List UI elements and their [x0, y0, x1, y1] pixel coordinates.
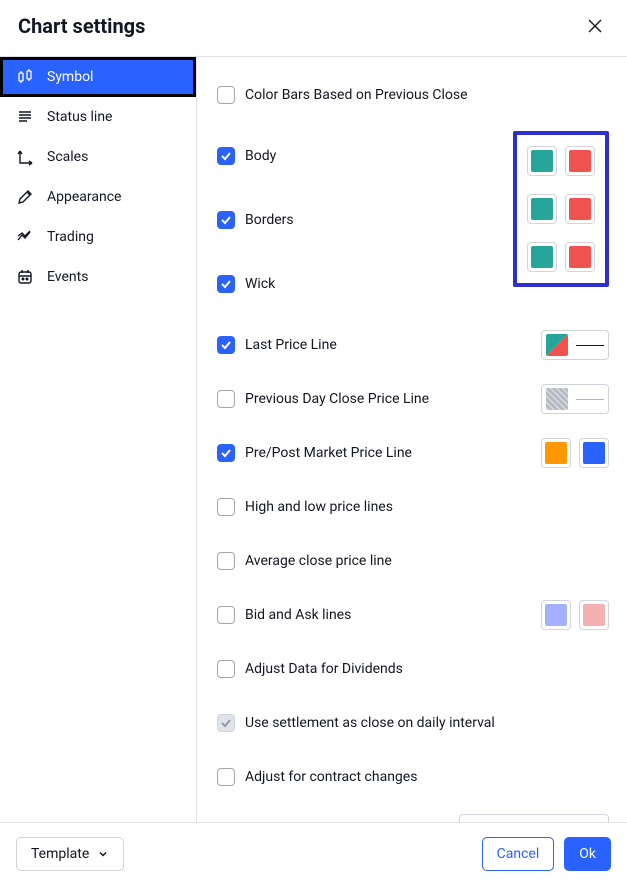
label-use-settlement: Use settlement as close on daily interva… [245, 715, 495, 731]
close-icon [587, 18, 603, 34]
candles-icon [15, 68, 35, 86]
swatch-borders-down[interactable] [565, 194, 595, 224]
swatch-pre-post-2[interactable] [579, 438, 609, 468]
label-prev-day-close: Previous Day Close Price Line [245, 391, 429, 407]
sidebar-item-label: Symbol [47, 69, 93, 85]
dialog-title: Chart settings [18, 14, 145, 38]
sidebar-item-label: Appearance [47, 189, 121, 205]
swatch-wick-down[interactable] [565, 242, 595, 272]
close-button[interactable] [583, 14, 607, 38]
sidebar-item-appearance[interactable]: Appearance [0, 177, 196, 217]
sidebar-item-symbol[interactable]: Symbol [0, 57, 196, 97]
label-body: Body [245, 148, 276, 164]
swatch-body-up[interactable] [527, 146, 557, 176]
label-bid-ask: Bid and Ask lines [245, 607, 351, 623]
label-high-low-lines: High and low price lines [245, 499, 393, 515]
sidebar-item-label: Trading [47, 229, 94, 245]
label-adjust-contract: Adjust for contract changes [245, 769, 417, 785]
sidebar-item-status-line[interactable]: Status line [0, 97, 196, 137]
swatch-bid[interactable] [541, 600, 571, 630]
lines-icon [15, 108, 35, 126]
calendar-icon [15, 268, 35, 286]
sidebar-item-scales[interactable]: Scales [0, 137, 196, 177]
cancel-button[interactable]: Cancel [482, 837, 555, 871]
label-avg-close-line: Average close price line [245, 553, 392, 569]
checkbox-last-price-line[interactable] [217, 336, 235, 354]
label-color-bars-prev: Color Bars Based on Previous Close [245, 87, 468, 103]
swatch-pre-post-1[interactable] [541, 438, 571, 468]
highlighted-color-group [513, 131, 609, 287]
label-pre-post-line: Pre/Post Market Price Line [245, 445, 412, 461]
swatch-borders-up[interactable] [527, 194, 557, 224]
label-adjust-dividends: Adjust Data for Dividends [245, 661, 403, 677]
swatch-wick-up[interactable] [527, 242, 557, 272]
axis-icon [15, 148, 35, 166]
sidebar: Symbol Status line Scales Appearance Tra… [0, 56, 197, 822]
chevron-down-icon [97, 848, 109, 860]
checkbox-avg-close-line[interactable] [217, 552, 235, 570]
sidebar-item-events[interactable]: Events [0, 257, 196, 297]
checkbox-prev-day-close[interactable] [217, 390, 235, 408]
swatch-prev-day-close[interactable] [541, 384, 609, 414]
label-wick: Wick [245, 276, 275, 292]
checkbox-pre-post-line[interactable] [217, 444, 235, 462]
checkbox-adjust-dividends[interactable] [217, 660, 235, 678]
sidebar-item-trading[interactable]: Trading [0, 217, 196, 257]
checkbox-borders[interactable] [217, 211, 235, 229]
checkbox-body[interactable] [217, 147, 235, 165]
checkbox-bid-ask[interactable] [217, 606, 235, 624]
ok-button[interactable]: Ok [564, 837, 611, 871]
checkbox-use-settlement [217, 714, 235, 732]
checkbox-wick[interactable] [217, 275, 235, 293]
label-last-price-line: Last Price Line [245, 337, 337, 353]
select-session[interactable]: Regular Trading ... [459, 814, 609, 822]
checkbox-color-bars-prev[interactable] [217, 86, 235, 104]
swatch-last-price-line[interactable] [541, 330, 609, 360]
sidebar-item-label: Scales [47, 149, 88, 165]
trend-icon [15, 228, 35, 246]
swatch-body-down[interactable] [565, 146, 595, 176]
checkbox-high-low-lines[interactable] [217, 498, 235, 516]
label-borders: Borders [245, 212, 294, 228]
checkbox-adjust-contract[interactable] [217, 768, 235, 786]
template-button[interactable]: Template [16, 837, 124, 871]
sidebar-item-label: Events [47, 269, 88, 285]
pencil-icon [15, 188, 35, 206]
sidebar-item-label: Status line [47, 109, 112, 125]
template-button-label: Template [31, 846, 89, 862]
swatch-ask[interactable] [579, 600, 609, 630]
settings-panel: Color Bars Based on Previous Close Body … [197, 56, 627, 822]
